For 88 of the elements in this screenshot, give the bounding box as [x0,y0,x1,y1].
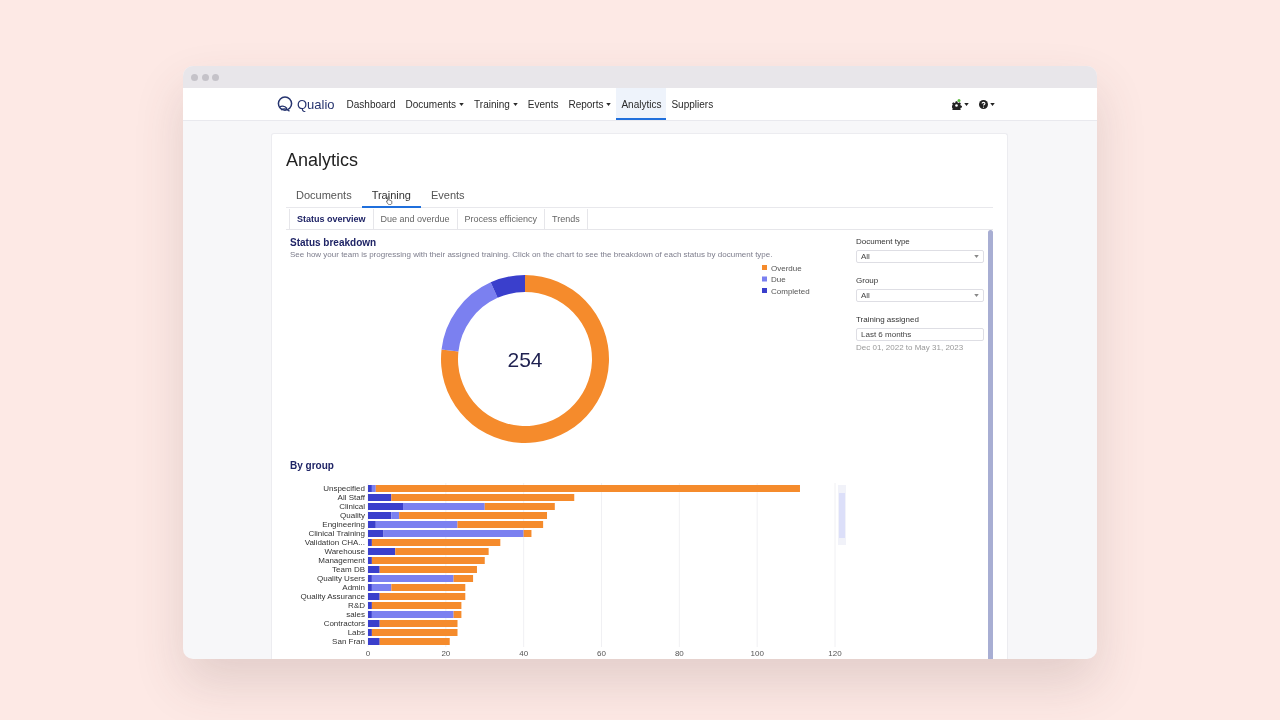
dropdown-field[interactable]: All [856,289,984,302]
caret-icon [974,255,979,258]
logo-text: Qualio [297,96,335,112]
bar-segment[interactable] [453,611,462,618]
bar-segment[interactable] [368,530,384,537]
nav-link[interactable]: Analytics [616,88,667,120]
settings-menu-button[interactable] [952,98,969,110]
axis-label: All Staff [337,493,365,503]
bar-segment[interactable] [368,503,404,510]
axis-label: Quality [340,511,365,521]
nav-link[interactable]: Events [522,88,564,120]
axis-label: Team DB [332,565,365,575]
axis-label: sales [346,610,365,620]
tick-label: 60 [597,648,606,657]
settings-icon [952,98,962,110]
bar-segment[interactable] [368,548,396,555]
axis-label: R&D [348,601,365,611]
section-title: By group [290,460,334,471]
axis-label: Quality Assurance [300,592,365,602]
axis-label: Engineering [322,520,365,530]
legend-swatch-icon [762,288,767,293]
bar-segment[interactable] [368,620,380,627]
filter-label: Training assigned [856,315,919,325]
tab[interactable]: Documents [286,188,362,208]
axis-label: Contractors [323,619,365,629]
axis-label: Labs [347,628,365,638]
tick-label: 40 [519,648,529,657]
tick-label: 100 [750,648,764,657]
section-title: Status breakdown [290,237,377,248]
bar-segment[interactable] [368,638,380,645]
axis-label: Warehouse [324,547,365,557]
caret-icon [964,102,969,106]
axis-label: Admin [342,583,365,593]
donut-slice[interactable] [490,275,525,298]
axis-label: Management [318,556,365,566]
tick-label: 120 [828,648,842,657]
page-title: Analytics [286,149,359,172]
bar-segment[interactable] [368,521,376,528]
bar-segment[interactable] [368,566,380,573]
nav-link[interactable]: Dashboard [341,88,401,120]
axis-label: Validation CHA... [304,538,365,548]
axis-label: Unspecified [323,484,365,494]
help-menu-button[interactable] [979,99,995,109]
axis-label: Quality Users [317,574,365,584]
filter-label: Group [856,276,879,286]
chart-scrollbar[interactable] [838,485,846,545]
legend-label: Completed [771,286,810,296]
sub-tab[interactable]: Due and overdue [373,209,458,229]
bar-segment[interactable] [371,584,392,591]
nav-link[interactable]: Reports [563,88,617,120]
bar-segment[interactable] [453,575,474,582]
help-icon [979,99,988,109]
bar-segment[interactable] [523,530,532,537]
tick-label: 80 [674,648,684,657]
bar-segment[interactable] [391,512,400,519]
sub-tab[interactable]: Trends [544,209,588,229]
bar-segment[interactable] [368,593,380,600]
dropdown-field[interactable]: All [856,250,984,263]
donut-slice[interactable] [441,282,498,352]
bar-segment[interactable] [368,494,392,501]
input-field[interactable]: Last 6 months [856,328,984,341]
caret-icon [974,294,979,297]
legend-swatch-icon [762,276,767,282]
tick-label: 0 [365,648,371,657]
tab[interactable]: Events [421,188,475,208]
bar-segment[interactable] [368,512,392,519]
donut-total: 254 [507,347,543,371]
tab[interactable]: Training [361,188,421,208]
sub-tab[interactable]: Status overview [289,209,374,229]
legend-label: Overdue [771,263,802,273]
nav-link[interactable]: Suppliers [666,88,719,120]
tick-label: 20 [441,648,451,657]
scrollbar[interactable] [988,230,993,659]
axis-label: Clinical Training [308,529,365,539]
legend-swatch-icon [762,265,767,270]
nav-link[interactable]: Training [469,88,523,120]
sub-tab[interactable]: Process efficiency [457,209,545,229]
logo-icon [277,96,293,112]
filter-label: Document type [856,237,910,247]
section-description: See how your team is progressing with their assigned training. Click on the chart to see the breakdown of each status by document type. [290,250,773,260]
caret-icon [990,102,995,106]
axis-label: San Fran [332,637,365,647]
axis-label: Clinical [339,502,365,512]
legend-label: Due [771,275,786,284]
bar-segment[interactable] [371,485,376,492]
date-range-hint: Dec 01, 2022 to May 31, 2023 [856,343,964,353]
donut-slice[interactable] [441,275,609,443]
nav-link[interactable]: Documents [400,88,470,120]
